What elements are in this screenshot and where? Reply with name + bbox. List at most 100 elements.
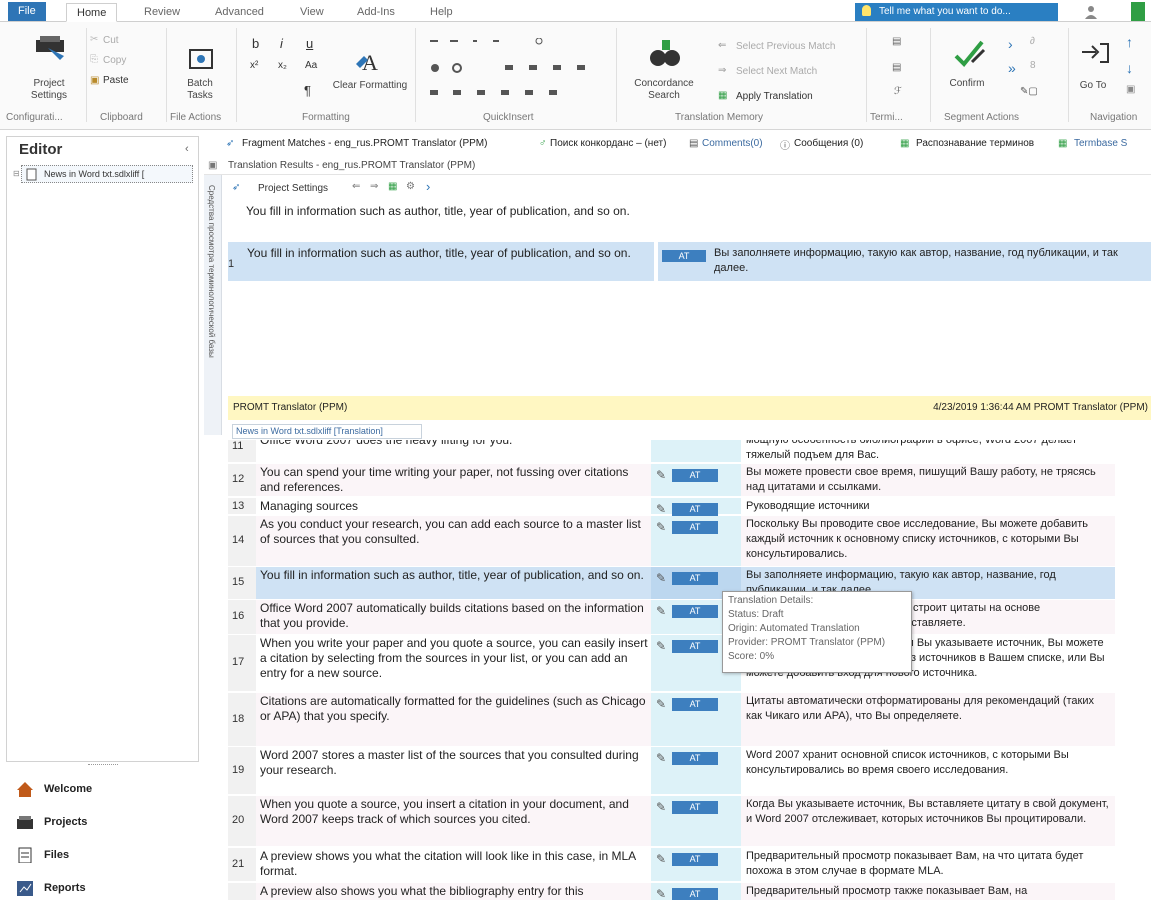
unlink-icon[interactable]: 8 bbox=[1030, 60, 1036, 71]
segment-row[interactable]: 16 Office Word 2007 automatically builds … bbox=[228, 600, 1151, 634]
options-icon[interactable]: ⚙ bbox=[406, 181, 415, 192]
nav-reports[interactable]: Reports bbox=[6, 873, 199, 900]
segment-source[interactable]: Citations are automatically formatted fo… bbox=[260, 694, 650, 724]
segment-source[interactable]: When you quote a source, you insert a ci… bbox=[260, 797, 650, 827]
segment-target[interactable]: Предварительный просмотр также показывае… bbox=[746, 884, 1111, 899]
segment-source[interactable]: You fill in information such as author, … bbox=[260, 568, 650, 583]
segment-row[interactable]: 11 Office Word 2007 does the heavy liftin… bbox=[228, 440, 1151, 462]
underline-icon[interactable]: u bbox=[306, 36, 313, 51]
segment-row[interactable]: 15 You fill in information such as author… bbox=[228, 567, 1151, 599]
tab-messages[interactable]: Сообщения (0) bbox=[794, 138, 863, 149]
concordance-search-button[interactable]: Concordance Search bbox=[622, 78, 706, 102]
tree-expander-icon[interactable]: ⊟ bbox=[13, 169, 20, 178]
segment-row[interactable]: 18 Citations are automatically formatted … bbox=[228, 693, 1151, 746]
segment-source[interactable]: A preview also shows you what the biblio… bbox=[260, 884, 650, 899]
segment-row[interactable]: 21 A preview shows you what the citation … bbox=[228, 848, 1151, 881]
pencil-icon[interactable]: ✎ bbox=[656, 751, 666, 765]
pencil-icon[interactable]: ✎ bbox=[656, 604, 666, 618]
go-to-icon[interactable] bbox=[1080, 40, 1110, 66]
batch-tasks-button[interactable]: Batch Tasks bbox=[178, 78, 222, 102]
segment-source[interactable]: Managing sources bbox=[260, 499, 650, 514]
segment-source[interactable]: You can spend your time writing your pap… bbox=[260, 465, 650, 495]
bookmark-icon[interactable]: ▣ bbox=[1126, 84, 1135, 95]
clear-formatting-icon[interactable]: A bbox=[354, 48, 388, 76]
segment-source[interactable]: A preview shows you what the citation wi… bbox=[260, 849, 650, 879]
segment-target[interactable]: Поскольку Вы проводите свое исследование… bbox=[746, 517, 1111, 562]
splitter-grip[interactable] bbox=[88, 764, 118, 767]
pencil-icon[interactable]: ✎ bbox=[656, 800, 666, 814]
segment-row[interactable]: 14 As you conduct your research, you can … bbox=[228, 516, 1151, 566]
segment-target[interactable]: мощную особенность библиографии в офисе,… bbox=[746, 440, 1111, 463]
segment-source[interactable]: As you conduct your research, you can ad… bbox=[260, 517, 650, 547]
cut-button[interactable]: Cut bbox=[103, 35, 119, 46]
segment-source[interactable]: Word 2007 stores a master list of the so… bbox=[260, 748, 650, 778]
superscript-icon[interactable]: x² bbox=[250, 60, 258, 71]
nav-files[interactable]: Files bbox=[6, 840, 199, 870]
batch-tasks-icon[interactable] bbox=[188, 46, 214, 72]
document-tab[interactable]: News in Word txt.sdlxliff [Translation] bbox=[232, 424, 422, 439]
tab-help[interactable]: Help bbox=[420, 3, 463, 22]
pencil-icon[interactable]: ✎ bbox=[656, 520, 666, 534]
termbase-add-icon[interactable]: ▤ bbox=[892, 36, 901, 47]
segment-row[interactable]: A preview also shows you what the biblio… bbox=[228, 883, 1151, 900]
tab-term-recognition[interactable]: Распознавание терминов bbox=[916, 138, 1034, 149]
previous-result-icon[interactable]: ⇐ bbox=[352, 181, 360, 192]
binoculars-icon[interactable] bbox=[648, 36, 682, 70]
termbase-viewer-strip[interactable]: Средства просмотра терминологической баз… bbox=[204, 175, 222, 435]
tab-file[interactable]: File bbox=[8, 2, 46, 21]
pencil-icon[interactable]: ✎ bbox=[656, 571, 666, 585]
tab-comments[interactable]: Comments(0) bbox=[702, 138, 763, 149]
arrow-down-icon[interactable]: ↓ bbox=[1126, 60, 1133, 76]
segment-source[interactable]: Office Word 2007 automatically builds ci… bbox=[260, 601, 650, 631]
apply-result-icon[interactable]: ▦ bbox=[388, 181, 397, 192]
segment-source[interactable]: Office Word 2007 does the heavy lifting … bbox=[260, 440, 650, 448]
segment-row[interactable]: 12 You can spend your time writing your p… bbox=[228, 464, 1151, 496]
segment-source[interactable]: When you write your paper and you quote … bbox=[260, 636, 650, 681]
next-segment-icon[interactable]: › bbox=[1008, 36, 1013, 52]
pencil-icon[interactable]: ✎ bbox=[656, 502, 666, 516]
segment-row[interactable]: 19 Word 2007 stores a master list of the … bbox=[228, 747, 1151, 794]
termbase-quick-icon[interactable]: ▤ bbox=[892, 62, 901, 73]
tab-add-ins[interactable]: Add-Ins bbox=[347, 3, 405, 22]
segment-row[interactable]: 13 Managing sources ✎ AT Руководящие источни… bbox=[228, 498, 1151, 516]
user-icon[interactable] bbox=[1084, 5, 1098, 19]
segment-target[interactable]: Когда Вы указываете источник, Вы вставля… bbox=[746, 797, 1111, 827]
project-settings-icon[interactable] bbox=[34, 32, 68, 60]
tab-termbase[interactable]: Termbase S bbox=[1074, 138, 1127, 149]
tab-view[interactable]: View bbox=[290, 3, 334, 22]
copy-button[interactable]: Copy bbox=[103, 55, 126, 66]
quickinsert-icon-grid[interactable] bbox=[425, 37, 615, 98]
tab-home[interactable]: Home bbox=[66, 3, 118, 22]
select-previous-match-button[interactable]: Select Previous Match bbox=[736, 41, 836, 52]
skip-segment-icon[interactable]: » bbox=[1008, 60, 1016, 76]
paste-button[interactable]: Paste bbox=[103, 75, 129, 86]
italic-icon[interactable]: i bbox=[280, 36, 283, 51]
tab-concordance[interactable]: Поиск конкорданс – (нет) bbox=[550, 138, 666, 149]
tab-advanced[interactable]: Advanced bbox=[205, 3, 274, 22]
bold-icon[interactable]: b bbox=[252, 36, 259, 51]
apply-translation-button[interactable]: Apply Translation bbox=[736, 91, 813, 102]
next-result-icon[interactable]: ⇒ bbox=[370, 181, 378, 192]
tab-review[interactable]: Review bbox=[134, 3, 190, 22]
select-next-match-button[interactable]: Select Next Match bbox=[736, 66, 817, 77]
case-icon[interactable]: Aa bbox=[305, 60, 317, 71]
paragraph-icon[interactable]: ¶ bbox=[304, 83, 311, 98]
segment-target[interactable]: Руководящие источники bbox=[746, 499, 1111, 514]
segment-target[interactable]: Предварительный просмотр показывает Вам,… bbox=[746, 849, 1111, 879]
pencil-icon[interactable]: ✎ bbox=[656, 639, 666, 653]
project-settings-button[interactable]: Project Settings bbox=[14, 78, 84, 102]
link-icon[interactable]: ∂ bbox=[1030, 36, 1035, 47]
tab-fragment-matches[interactable]: Fragment Matches - eng_rus.PROMT Transla… bbox=[242, 138, 487, 149]
segment-target[interactable]: Word 2007 хранит основной список источни… bbox=[746, 748, 1111, 778]
pencil-icon[interactable]: ✎ bbox=[656, 697, 666, 711]
clear-formatting-button[interactable]: Clear Formatting bbox=[330, 80, 410, 92]
segment-row[interactable]: 20 When you quote a source, you insert a … bbox=[228, 796, 1151, 846]
nav-welcome[interactable]: Welcome bbox=[6, 774, 199, 804]
nav-projects[interactable]: Projects bbox=[6, 807, 199, 837]
segment-target[interactable]: Цитаты автоматически отформатированы для… bbox=[746, 694, 1111, 724]
expand-chevron-icon[interactable]: › bbox=[426, 179, 430, 194]
arrow-up-icon[interactable]: ↑ bbox=[1126, 34, 1133, 50]
segment-target[interactable]: Вы можете провести свое время, пишущий В… bbox=[746, 465, 1111, 495]
confirm-icon[interactable] bbox=[952, 36, 986, 70]
change-status-icon[interactable]: ✎▢ bbox=[1020, 86, 1038, 97]
